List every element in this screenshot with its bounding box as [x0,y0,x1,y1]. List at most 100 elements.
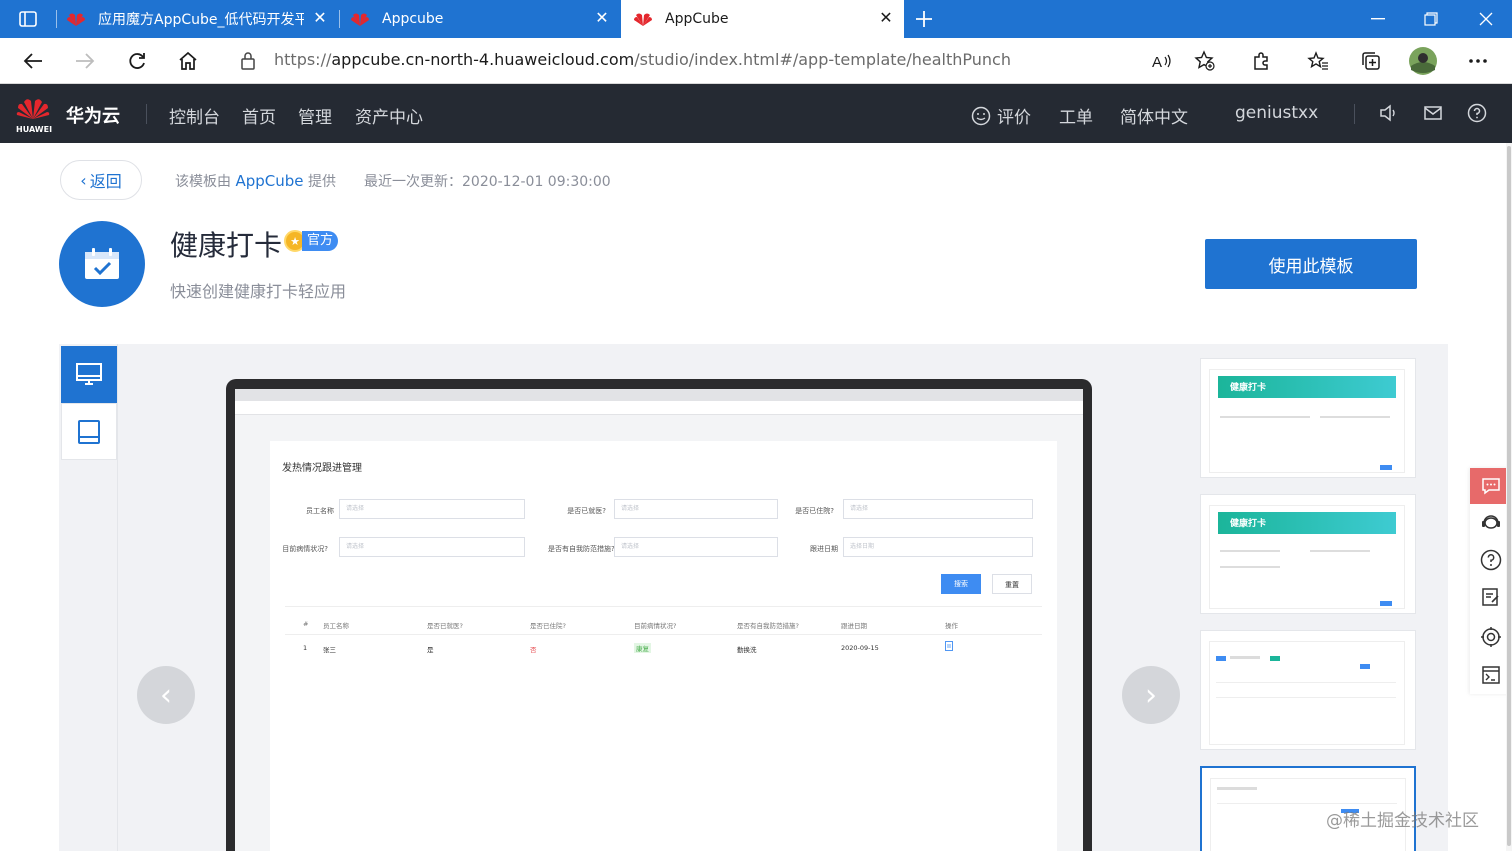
url-host: appcube.cn-north-4.huaweicloud.com [331,50,635,69]
table-cell: 是 [427,646,434,654]
browser-toolbar: https://appcube.cn-north-4.huaweicloud.c… [0,38,1512,84]
favorites-icon[interactable] [1303,47,1333,75]
home-icon[interactable] [173,47,203,75]
extensions-icon[interactable] [1246,47,1276,75]
next-slide-button[interactable]: › [1122,666,1180,724]
preview-reset-button: 重置 [992,574,1032,594]
table-header: 目前病情状况? [634,622,677,630]
url-path: /studio/index.html#/app-template/healthP… [634,50,1011,69]
field-label: 目前病情状况? [282,545,328,553]
field-input: 请选择 [339,499,525,519]
close-icon[interactable]: ✕ [594,10,610,26]
browser-tab-appcube-platform[interactable]: 应用魔方AppCube_低代码开发平 ✕ [66,0,338,38]
table-header: 跟进日期 [841,622,867,630]
forward-arrow-icon[interactable] [70,47,100,75]
tab-title: Appcube [382,11,444,27]
new-tab-icon[interactable] [898,0,950,38]
nav-manage[interactable]: 管理 [298,103,332,128]
read-aloud-icon[interactable]: A [1147,47,1177,75]
refresh-icon[interactable] [122,47,152,75]
table-cell: 1 [303,644,308,652]
svg-text:A: A [1152,54,1162,70]
preview-card: 发热情况跟进管理 员工名称 请选择 是否已就医? 请选择 是否已住院? 请选择 … [270,441,1057,851]
window-close-icon[interactable] [1458,0,1512,38]
field-label: 是否已就医? [567,507,606,515]
browser-tab-appcube-active[interactable]: AppCube ✕ [621,0,904,38]
template-description: 快速创建健康打卡轻应用 [170,282,347,301]
restore-icon[interactable] [1403,0,1459,38]
scrollbar-thumb[interactable] [1507,146,1511,846]
back-arrow-icon[interactable] [18,47,48,75]
brand-name[interactable]: 华为云 [66,102,120,128]
preview-screen: 发热情况跟进管理 员工名称 请选择 是否已就医? 请选择 是否已住院? 请选择 … [235,389,1083,851]
edit-icon [945,641,953,653]
official-badge: ★ 官方 [284,229,339,253]
table-cell: 否 [530,646,537,654]
smile-icon [971,106,991,125]
preview-screen-title: 发热情况跟进管理 [282,463,362,474]
url-scheme: https:// [274,50,332,69]
table-header: 是否有自我防范措施? [737,622,799,630]
field-input: 请选择 [614,499,778,519]
provided-suffix: 提供 [307,174,336,190]
desktop-view-icon[interactable] [61,346,117,403]
table-header: 是否已住院? [530,622,566,630]
thumbnail-banner: 健康打卡 [1230,519,1267,529]
tab-actions-icon[interactable] [0,0,56,38]
language-switch[interactable]: 简体中文 [1120,103,1188,128]
feedback-link[interactable]: 评价 [971,103,1031,128]
update-time: 最近一次更新：2020-12-01 09:30:00 [364,174,611,190]
huawei-favicon-icon [634,13,652,26]
thumbnail-2[interactable]: 健康打卡 [1200,494,1416,614]
table-header: 是否已就医? [427,622,463,630]
calendar-check-icon [59,221,145,307]
feedback-label: 评价 [997,108,1031,128]
more-menu-icon[interactable] [1463,47,1493,75]
nav-home[interactable]: 首页 [242,103,276,128]
field-input: 请选择 [339,537,525,557]
ticket-link[interactable]: 工单 [1059,103,1093,128]
address-bar[interactable]: https://appcube.cn-north-4.huaweicloud.c… [274,50,1011,69]
nav-asset-center[interactable]: 资产中心 [355,103,423,128]
chevron-left-icon: ‹ [80,170,87,190]
provider-info: 该模板由 AppCube 提供 [175,171,336,191]
browser-tab-appcube[interactable]: Appcube ✕ [350,0,620,38]
thumbnail-1[interactable]: 健康打卡 [1200,358,1416,478]
add-favorite-icon[interactable] [1190,47,1220,75]
table-cell: 2020-09-15 [841,644,879,652]
template-preview: ‹ › 发热情况跟进管理 员工名称 请选择 是否已就医? 请选择 是否已住院? … [59,344,1448,851]
help-icon[interactable] [1467,103,1489,125]
minimize-icon[interactable] [1350,0,1406,38]
field-input: 请选择 [614,537,778,557]
field-label: 跟进日期 [810,545,838,553]
field-input: 选择日期 [843,537,1033,557]
device-switcher [59,344,118,851]
previous-slide-button[interactable]: ‹ [137,666,195,724]
watermark-text: @稀土掘金技术社区 [1326,811,1479,831]
close-icon[interactable]: ✕ [312,10,328,26]
back-label: 返回 [89,172,122,191]
user-name[interactable]: geniustxx [1235,103,1318,123]
close-icon[interactable]: ✕ [878,10,894,26]
collections-icon[interactable] [1356,47,1386,75]
thumbnail-3[interactable] [1200,630,1416,750]
use-template-button[interactable]: 使用此模板 [1205,239,1417,289]
speaker-icon[interactable] [1378,103,1400,125]
lock-icon[interactable] [233,47,263,75]
field-input: 请选择 [843,499,1033,519]
huawei-logo[interactable]: HUAWEI [16,96,52,134]
field-label: 是否已住院? [795,507,834,515]
preview-search-button: 搜索 [941,574,981,594]
profile-avatar[interactable] [1408,47,1438,75]
template-title: 健康打卡 [170,229,283,262]
back-button[interactable]: ‹ 返回 [60,160,142,200]
table-header: 操作 [945,622,958,630]
provided-prefix: 该模板由 [175,174,231,190]
provider-link[interactable]: AppCube [235,172,303,190]
tablet-view-icon[interactable] [61,403,117,460]
huawei-favicon-icon [67,13,85,26]
mail-icon[interactable] [1423,103,1445,125]
browser-tab-strip: 应用魔方AppCube_低代码开发平 ✕ Appcube ✕ AppCube ✕ [0,0,1512,38]
nav-console[interactable]: 控制台 [169,103,220,128]
table-cell: 张三 [323,646,336,654]
